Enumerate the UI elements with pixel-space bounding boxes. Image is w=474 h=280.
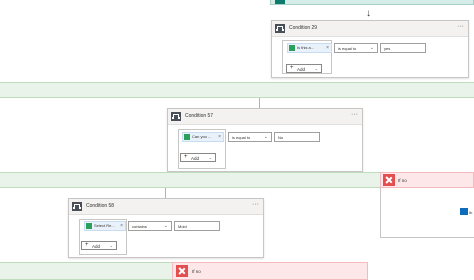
operator-value: is equal to [338, 46, 357, 51]
condition-29-header[interactable]: Condition 29 ··· [272, 21, 468, 37]
condition-icon [171, 112, 181, 121]
remove-token-icon[interactable]: × [218, 134, 221, 140]
condition-29-card: Condition 29 ··· Is this a... × is equal… [271, 20, 469, 78]
operator-select[interactable]: is equal to ⌄ [334, 43, 378, 53]
more-options-icon[interactable]: ··· [457, 23, 464, 30]
chevron-down-icon: ⌄ [109, 243, 113, 248]
chevron-down-icon: ⌄ [208, 155, 212, 160]
close-icon [383, 174, 395, 186]
dynamic-content-icon [86, 223, 92, 229]
operator-select[interactable]: contains ⌄ [128, 221, 172, 231]
condition-57-title: Condition 57 [185, 113, 214, 119]
condition-29-row: Is this a... × is equal to ⌄ yes [287, 43, 447, 53]
close-icon [176, 265, 188, 277]
value-input[interactable]: No [274, 132, 320, 142]
dynamic-content-icon [184, 134, 190, 140]
chevron-down-icon: ⌄ [314, 66, 318, 71]
operator-value: contains [132, 224, 147, 229]
partial-action-icon [275, 0, 285, 4]
connector-arrow-icon: ↓ [366, 8, 371, 19]
dynamic-content-icon [289, 45, 295, 51]
if-no-label: If no [192, 269, 201, 274]
condition-58-card: Condition 58 ··· Select Re... × contains… [68, 198, 264, 258]
condition-57-header[interactable]: Condition 57 ··· [168, 109, 362, 125]
dynamic-content-token[interactable]: Select Re... × [84, 221, 126, 231]
token-label: Select Re... [94, 223, 115, 228]
if-no-branch-header[interactable]: If no [172, 262, 368, 280]
add-label: Add [297, 67, 306, 72]
if-yes-branch-band [0, 82, 474, 98]
token-label: Is this a... [297, 45, 315, 50]
more-options-icon[interactable]: ··· [351, 111, 358, 118]
condition-58-title: Condition 58 [86, 203, 115, 209]
value-text: No [278, 135, 284, 140]
if-no-branch-header[interactable]: If no [380, 172, 474, 188]
value-input[interactable]: Mold [174, 221, 220, 231]
chevron-down-icon: ⌄ [163, 223, 168, 229]
condition-57-row: Can you ... × is equal to ⌄ No [182, 132, 342, 142]
operator-select[interactable]: is equal to ⌄ [228, 132, 272, 142]
add-button[interactable]: + Add ⌄ [286, 64, 322, 73]
condition-icon [275, 24, 285, 33]
remove-token-icon[interactable]: × [326, 45, 329, 51]
connector-line [165, 188, 166, 198]
add-button[interactable]: + Add ⌄ [81, 241, 117, 250]
dynamic-content-token[interactable]: Can you ... × [182, 132, 224, 142]
condition-57-card: Condition 57 ··· Can you ... × is equal … [167, 108, 363, 172]
if-yes-branch-band [0, 262, 172, 280]
value-text: yes [384, 46, 391, 51]
if-no-label: If no [398, 178, 407, 183]
dynamic-content-token[interactable]: Is this a... × [287, 43, 332, 53]
if-yes-branch-band [0, 172, 380, 188]
action-icon [460, 208, 468, 215]
operator-value: is equal to [232, 135, 251, 140]
value-input[interactable]: yes [380, 43, 426, 53]
partial-action-node[interactable]: Ib [460, 208, 474, 220]
more-options-icon[interactable]: ··· [252, 201, 259, 208]
remove-token-icon[interactable]: × [120, 223, 123, 229]
condition-58-row: Select Re... × contains ⌄ Mold [84, 221, 244, 231]
condition-58-header[interactable]: Condition 58 ··· [69, 199, 263, 215]
chevron-down-icon: ⌄ [369, 45, 374, 51]
value-text: Mold [178, 224, 187, 229]
add-label: Add [191, 156, 200, 161]
add-label: Add [92, 244, 101, 249]
partial-action-card-top[interactable] [270, 0, 474, 5]
plus-icon: + [85, 242, 89, 248]
chevron-down-icon: ⌄ [263, 134, 268, 140]
condition-icon [72, 202, 82, 211]
connector-line [259, 98, 260, 108]
plus-icon: + [290, 65, 294, 71]
token-label: Can you ... [192, 134, 212, 139]
partial-node-label: Ib [469, 210, 473, 215]
condition-29-title: Condition 29 [289, 25, 318, 31]
plus-icon: + [184, 154, 188, 160]
add-button[interactable]: + Add ⌄ [180, 153, 216, 162]
